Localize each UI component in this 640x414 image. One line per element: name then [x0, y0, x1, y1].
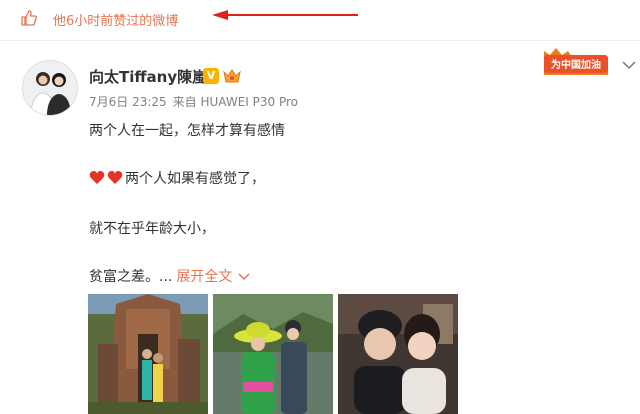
- liked-history-label[interactable]: 他6小时前赞过的微博: [53, 10, 178, 29]
- post-timestamp[interactable]: 7月6日 23:25: [89, 95, 167, 109]
- post-line-1: 两个人在一起，怎样才算有感情: [89, 123, 285, 139]
- topic-badge-icon[interactable]: 为中国加油: [540, 45, 612, 77]
- username[interactable]: 向太Tiffany陳嵐: [89, 66, 207, 87]
- post-photo-2[interactable]: [213, 294, 333, 414]
- post-photo-3[interactable]: [338, 294, 458, 414]
- annotation-arrow: [212, 10, 358, 20]
- post-line-4-text: 贫富之差。...: [89, 269, 173, 285]
- post-line-2: 两个人如果有感觉了，: [89, 168, 265, 188]
- thumbs-up-icon: [21, 10, 37, 26]
- post-meta: 7月6日 23:25 来自 HUAWEI P30 Pro: [89, 93, 298, 110]
- post-source: 来自 HUAWEI P30 Pro: [172, 95, 299, 109]
- post-line-2-text: 两个人如果有感觉了，: [125, 171, 265, 187]
- post-photo-1[interactable]: [88, 294, 208, 414]
- post-line-4: 贫富之差。... 展开全文: [89, 266, 250, 286]
- post-line-3: 就不在乎年龄大小，: [89, 221, 215, 237]
- chevron-down-icon[interactable]: [622, 60, 636, 70]
- chevron-down-icon[interactable]: [238, 273, 250, 281]
- liked-bar: 他6小时前赞过的微博: [0, 0, 640, 41]
- avatar[interactable]: [22, 60, 78, 116]
- topic-badge-text: 为中国加油: [551, 58, 601, 71]
- heart-icon: [89, 171, 123, 184]
- crown-icon[interactable]: [222, 68, 242, 84]
- expand-full-text-link[interactable]: 展开全文: [176, 269, 232, 285]
- verified-badge-icon: V: [203, 68, 219, 84]
